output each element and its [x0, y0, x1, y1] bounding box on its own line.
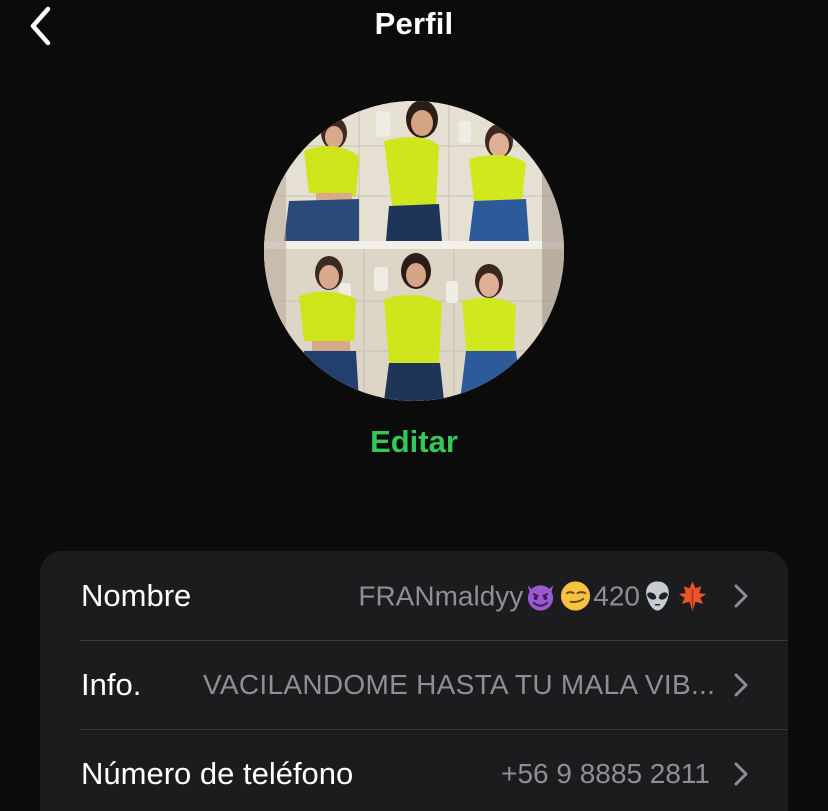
- phone-row[interactable]: Número de teléfono +56 9 8885 2811: [40, 730, 788, 811]
- page-title: Perfil: [374, 6, 454, 41]
- phone-value: +56 9 8885 2811: [501, 758, 710, 789]
- info-row[interactable]: Info. VACILANDOME HASTA TU MALA VIB...: [40, 641, 788, 729]
- chevron-right-icon: [734, 584, 748, 608]
- alien-icon: [646, 581, 669, 611]
- profile-screen: Perfil Editar Nombre FRANmaldyy 420 Info…: [0, 0, 828, 811]
- smiling-imp-icon: [528, 585, 554, 611]
- info-value: VACILANDOME HASTA TU MALA VIB...: [203, 669, 716, 700]
- profile-avatar[interactable]: [264, 101, 564, 401]
- phone-label: Número de teléfono: [81, 756, 354, 791]
- maple-leaf-icon: [678, 581, 707, 611]
- chevron-right-icon: [734, 673, 748, 697]
- smirk-face-icon: [561, 581, 591, 611]
- name-value-text-2: 420: [593, 580, 640, 611]
- name-value: FRANmaldyy 420: [358, 580, 710, 613]
- name-row[interactable]: Nombre FRANmaldyy 420: [40, 552, 788, 640]
- info-label: Info.: [81, 667, 142, 702]
- nav-bar: Perfil: [0, 0, 828, 56]
- edit-profile-button[interactable]: Editar: [0, 424, 828, 460]
- avatar-photo: [264, 101, 564, 401]
- name-label: Nombre: [81, 578, 192, 613]
- name-value-text: FRANmaldyy: [358, 580, 524, 611]
- chevron-right-icon: [734, 762, 748, 786]
